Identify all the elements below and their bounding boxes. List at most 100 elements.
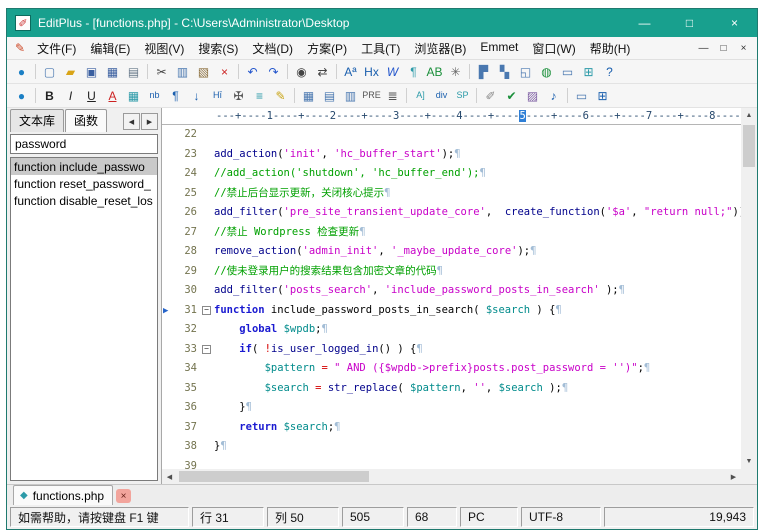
menu-item[interactable]: 编辑(E) (83, 37, 137, 60)
hr-icon[interactable]: Hī (207, 86, 228, 106)
tab-scroll-left-icon[interactable]: ◀ (123, 113, 140, 130)
mdi-close-icon[interactable]: × (735, 41, 752, 56)
code-text[interactable]: function include_password_posts_in_searc… (214, 301, 741, 321)
code-text[interactable]: global $wpdb;¶ (214, 320, 741, 340)
span-tag-icon[interactable]: SP (452, 86, 473, 106)
code-text[interactable]: //add_action('shutdown', 'hc_buffer_end'… (214, 164, 741, 184)
code-text[interactable]: $pattern = " AND ({$wpdb->prefix}posts.p… (214, 359, 741, 379)
redo-icon[interactable]: ↷ (263, 62, 284, 82)
save-icon[interactable]: ▣ (81, 62, 102, 82)
bold-icon[interactable]: B (39, 86, 60, 106)
column-ruler[interactable]: ---+----1----+----2----+----3----+----4-… (162, 108, 741, 125)
table-row-icon[interactable]: ▤ (319, 86, 340, 106)
paste-icon[interactable]: ▧ (193, 62, 214, 82)
menu-item[interactable]: 方案(P) (300, 37, 354, 60)
save-all-icon[interactable]: ▦ (102, 62, 123, 82)
div-tag-icon[interactable]: div (431, 86, 452, 106)
menu-item[interactable]: 帮助(H) (583, 37, 638, 60)
form-tag-icon[interactable]: ▭ (571, 86, 592, 106)
font-color-icon[interactable]: A (102, 86, 123, 106)
fullscreen-icon[interactable]: ▭ (557, 62, 578, 82)
code-text[interactable]: //使未登录用户的搜索结果包含加密文章的代码¶ (214, 262, 741, 282)
menu-item[interactable]: 搜索(S) (191, 37, 245, 60)
new-window-icon[interactable]: ◱ (515, 62, 536, 82)
connect-icon[interactable]: ● (11, 62, 32, 82)
document-tab-functions-php[interactable]: ◆ functions.php (13, 485, 114, 505)
fold-collapse-icon[interactable]: − (202, 344, 211, 354)
hex-view-icon[interactable]: Hx (361, 62, 382, 82)
code-text[interactable]: if( !is_user_logged_in() ) {¶ (214, 340, 741, 360)
tab-scroll-right-icon[interactable]: ▶ (141, 113, 158, 130)
fold-collapse-icon[interactable]: − (202, 305, 211, 315)
table-column-icon[interactable]: ▥ (340, 86, 361, 106)
paragraph-icon[interactable]: ¶ (165, 86, 186, 106)
code-text[interactable]: $search = str_replace( $pattern, '', $se… (214, 379, 741, 399)
menu-item[interactable]: 窗口(W) (525, 37, 582, 60)
word-wrap-icon[interactable]: W (382, 62, 403, 82)
scroll-down-icon[interactable]: ▼ (741, 454, 757, 469)
function-list-item[interactable]: function include_passwo (11, 158, 157, 175)
menu-item[interactable]: Emmet (473, 37, 525, 60)
table-insert-icon[interactable]: ▦ (298, 86, 319, 106)
function-list-item[interactable]: function reset_password_ (11, 175, 157, 192)
media-tag-icon[interactable]: ♪ (543, 86, 564, 106)
vertical-scroll-track[interactable] (741, 123, 757, 454)
mdi-minimize-icon[interactable]: — (695, 41, 712, 56)
code-text[interactable]: //禁止 Wordpress 检查更新¶ (214, 223, 741, 243)
horizontal-scroll-track[interactable] (177, 469, 726, 484)
code-text[interactable]: add_filter('pre_site_transient_update_co… (214, 203, 741, 223)
uppercase-icon[interactable]: Aª (340, 62, 361, 82)
menu-item[interactable]: 文件(F) (30, 37, 83, 60)
code-text[interactable]: add_filter('posts_search', 'include_pass… (214, 281, 741, 301)
delete-icon[interactable]: × (214, 62, 235, 82)
menu-item[interactable]: 文档(D) (245, 37, 300, 60)
function-search-input[interactable] (10, 134, 158, 154)
function-list-item[interactable]: function disable_reset_los (11, 192, 157, 209)
vertical-scroll-thumb[interactable] (743, 125, 755, 167)
align-icon[interactable]: ≣ (382, 86, 403, 106)
split-window-icon[interactable]: ▛ (473, 62, 494, 82)
copy-icon[interactable]: ▥ (172, 62, 193, 82)
find-icon[interactable]: ◉ (291, 62, 312, 82)
syntax-check-icon[interactable]: ✔ (501, 86, 522, 106)
maximize-button[interactable]: □ (667, 9, 712, 37)
frame-tag-icon[interactable]: ⊞ (592, 86, 613, 106)
code-text[interactable]: //禁止后台显示更新，关闭核心提示¶ (214, 184, 741, 204)
spell-check-icon[interactable]: AB (424, 62, 445, 82)
table-icon[interactable]: ▦ (123, 86, 144, 106)
horizontal-scrollbar[interactable]: ◀ ▶ (162, 469, 741, 484)
pre-tag-icon[interactable]: PRE (361, 86, 382, 106)
code-text[interactable]: remove_action('admin_init', '_maybe_upda… (214, 242, 741, 262)
menu-item[interactable]: 浏览器(B) (407, 37, 473, 60)
scroll-right-icon[interactable]: ▶ (726, 469, 741, 484)
menu-item[interactable]: 工具(T) (354, 37, 407, 60)
list-icon[interactable]: ≡ (249, 86, 270, 106)
window-list-icon[interactable]: ▚ (494, 62, 515, 82)
print-icon[interactable]: ▤ (123, 62, 144, 82)
code-area[interactable]: 22 23 add_action('init', 'hc_buffer_start'… (162, 125, 741, 469)
code-text[interactable]: }¶ (214, 437, 741, 457)
italic-icon[interactable]: I (60, 86, 81, 106)
new-document-icon[interactable]: ▢ (39, 62, 60, 82)
show-marks-icon[interactable]: ¶ (403, 62, 424, 82)
panel-toggle-icon[interactable]: ⊞ (578, 62, 599, 82)
undo-icon[interactable]: ↶ (242, 62, 263, 82)
preferences-icon[interactable]: ✳ (445, 62, 466, 82)
minimize-button[interactable]: — (622, 9, 667, 37)
code-text[interactable]: add_action('init', 'hc_buffer_start');¶ (214, 145, 741, 165)
scroll-up-icon[interactable]: ▲ (741, 108, 757, 123)
open-folder-icon[interactable]: ▰ (60, 62, 81, 82)
code-text[interactable] (214, 125, 741, 145)
edit-tag-icon[interactable]: ✎ (270, 86, 291, 106)
code-text[interactable]: return $search;¶ (214, 418, 741, 438)
replace-icon[interactable]: ⇄ (312, 62, 333, 82)
close-button[interactable]: × (712, 9, 757, 37)
image-tag-icon[interactable]: ▨ (522, 86, 543, 106)
code-text[interactable]: }¶ (214, 398, 741, 418)
view-in-browser-icon[interactable]: ◍ (536, 62, 557, 82)
mdi-restore-icon[interactable]: □ (715, 41, 732, 56)
underline-icon[interactable]: U (81, 86, 102, 106)
cut-icon[interactable]: ✂ (151, 62, 172, 82)
browser-preview-icon[interactable]: ● (11, 86, 32, 106)
line-break-icon[interactable]: ↓ (186, 86, 207, 106)
